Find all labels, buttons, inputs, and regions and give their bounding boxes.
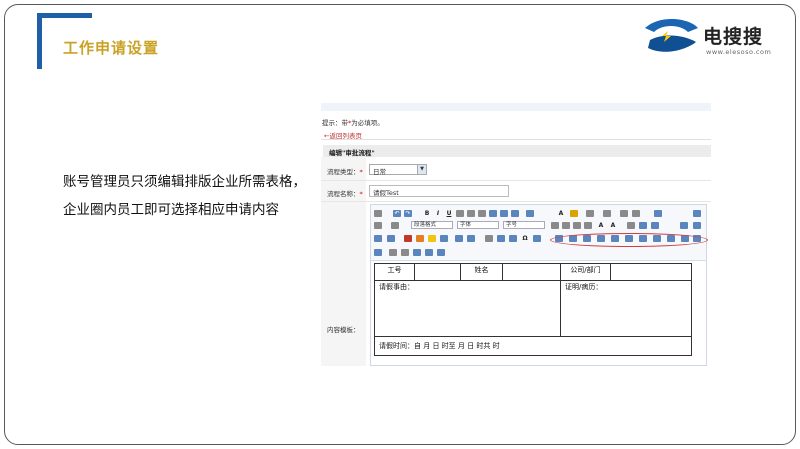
paragraph-format-select[interactable]: 段落格式 xyxy=(411,221,453,229)
spacing-icon[interactable] xyxy=(391,222,399,229)
align-left-icon[interactable] xyxy=(551,222,559,229)
template-label: 内容模板： xyxy=(327,326,360,334)
divider xyxy=(321,139,711,140)
paste-plain-icon[interactable] xyxy=(620,210,628,217)
map-icon[interactable] xyxy=(440,235,448,242)
name-header: 姓名 xyxy=(460,263,503,281)
dept-header: 公司/部门 xyxy=(560,263,611,281)
italic-icon[interactable]: I xyxy=(434,210,442,217)
row-divider xyxy=(321,201,711,202)
rich-text-editor[interactable]: ↶ ↷ B I U A 段落格式 字体 字号 A A Ω 工号 姓名 公司/部门… xyxy=(370,204,708,366)
fullscreen-icon[interactable] xyxy=(693,210,701,217)
undo-icon[interactable]: ↶ xyxy=(393,210,401,217)
required-hint: 提示：带*为必填项。 xyxy=(322,119,384,127)
chevron-down-icon: ▼ xyxy=(417,165,426,174)
emp-id-header: 工号 xyxy=(374,263,415,281)
proof-cell[interactable]: 证明/病历： xyxy=(560,279,692,337)
print-icon[interactable] xyxy=(374,249,382,256)
application-form-table: 工号 姓名 公司/部门 请假事由： 证明/病历： 请假时间：自 月 日 时至 月… xyxy=(374,263,692,357)
attachment-icon[interactable] xyxy=(455,235,463,242)
date-icon[interactable] xyxy=(497,235,505,242)
type-label: 流程类型：* xyxy=(327,168,363,176)
name-cell[interactable] xyxy=(502,263,561,281)
align-center-icon[interactable] xyxy=(562,222,570,229)
slide-title: 工作申请设置 xyxy=(63,39,160,57)
superscript-icon[interactable] xyxy=(467,210,475,217)
unordered-list-icon[interactable] xyxy=(603,210,611,217)
emp-id-cell[interactable] xyxy=(414,263,461,281)
code-icon[interactable] xyxy=(387,235,395,242)
align-justify-icon[interactable] xyxy=(584,222,592,229)
subscript-icon[interactable] xyxy=(478,210,486,217)
line-height-icon[interactable] xyxy=(654,210,662,217)
time-icon[interactable] xyxy=(509,235,517,242)
reason-cell[interactable]: 请假事由： xyxy=(374,279,561,337)
ordered-list-icon[interactable] xyxy=(586,210,594,217)
slide-description: 账号管理员只须编辑排版企业所需表格，企业圈内员工即可选择相应申请内容 xyxy=(63,174,306,218)
logo-url: www.elesoso.com xyxy=(706,48,772,56)
align-right-icon[interactable] xyxy=(573,222,581,229)
flow-type-select[interactable]: 日常 ▼ xyxy=(369,164,427,176)
format-brush-icon[interactable] xyxy=(500,210,508,217)
row-divider xyxy=(321,180,711,181)
font-size-select[interactable]: 字号 xyxy=(503,221,545,229)
leave-time-cell[interactable]: 请假时间：自 月 日 时至 月 日 时共 时 xyxy=(374,335,692,357)
special-char-icon[interactable]: Ω xyxy=(521,235,529,242)
html-source-icon[interactable] xyxy=(374,210,382,217)
template-icon[interactable] xyxy=(467,235,475,242)
drafts-icon[interactable] xyxy=(413,249,421,256)
music-icon[interactable] xyxy=(416,235,424,242)
name-label: 流程名称：* xyxy=(327,190,363,198)
dept-cell[interactable] xyxy=(610,263,692,281)
bold-icon[interactable]: B xyxy=(423,210,431,217)
insert-frame-icon[interactable] xyxy=(374,235,382,242)
page-icon[interactable] xyxy=(632,210,640,217)
ltr-icon[interactable]: A xyxy=(597,222,605,229)
video-icon[interactable] xyxy=(404,235,412,242)
flow-name-input[interactable]: 请假Test xyxy=(369,185,509,197)
font-color-icon[interactable]: A xyxy=(557,210,565,217)
section-title: 编辑"审批流程" xyxy=(323,145,711,157)
preview-icon[interactable] xyxy=(389,249,397,256)
highlight-color-icon[interactable] xyxy=(570,210,578,217)
logo-name: 电搜搜 xyxy=(703,26,764,48)
help-icon[interactable] xyxy=(425,249,433,256)
wordimage-icon[interactable] xyxy=(437,249,445,256)
rtl-icon[interactable]: A xyxy=(609,222,617,229)
zoom-icon[interactable] xyxy=(401,249,409,256)
multi-image-icon[interactable] xyxy=(693,222,701,229)
font-family-select[interactable]: 字体 xyxy=(457,221,499,229)
horizontal-rule-icon[interactable] xyxy=(485,235,493,242)
table-tools-highlight xyxy=(550,233,708,247)
heading-icon[interactable] xyxy=(374,222,382,229)
search-replace-icon[interactable] xyxy=(533,235,541,242)
editor-toolbar: ↶ ↷ B I U A 段落格式 字体 字号 A A Ω xyxy=(371,205,708,261)
anchor-icon[interactable] xyxy=(651,222,659,229)
clear-doc-icon[interactable] xyxy=(526,210,534,217)
app-screenshot: 提示：带*为必填项。 ←返回列表页 编辑"审批流程" 流程类型：* 日常 ▼ 流… xyxy=(321,103,711,366)
indent-icon[interactable] xyxy=(627,222,635,229)
select-all-icon[interactable] xyxy=(511,210,519,217)
redo-icon[interactable]: ↷ xyxy=(404,210,412,217)
strikethrough-icon[interactable] xyxy=(456,210,464,217)
image-icon[interactable] xyxy=(680,222,688,229)
screenshot-top-bar xyxy=(321,103,711,111)
underline-icon[interactable]: U xyxy=(445,210,453,217)
eraser-icon[interactable] xyxy=(489,210,497,217)
link-icon[interactable] xyxy=(639,222,647,229)
emoji-icon[interactable] xyxy=(428,235,436,242)
